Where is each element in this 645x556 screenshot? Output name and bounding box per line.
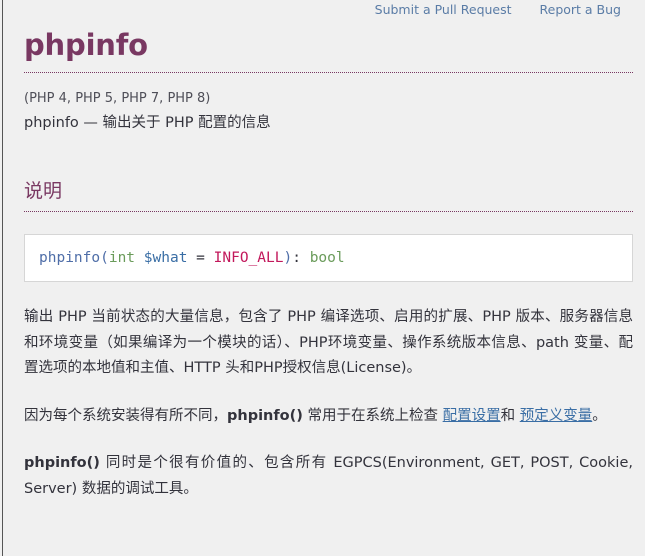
paragraph-2-lead: 因为每个系统安装得有所不同， [24,407,227,424]
description-paragraph-2: 因为每个系统安装得有所不同，phpinfo() 常用于在系统上检查 配置设置和 … [24,404,633,430]
predefined-variables-link[interactable]: 预定义变量 [520,408,593,424]
synopsis-default-value: INFO_ALL [213,250,284,266]
synopsis-method-name: phpinfo [39,250,101,266]
description-paragraph-1: 输出 PHP 当前状态的大量信息，包含了 PHP 编译选项、启用的扩展、PHP … [24,309,633,376]
synopsis-close-paren: ) [283,250,293,266]
section-heading-description: 说明 [24,179,633,212]
submit-pull-request-link[interactable]: Submit a Pull Request [375,2,512,17]
synopsis-return-type: bool [309,250,345,266]
top-action-links: Submit a Pull Request Report a Bug [24,0,633,18]
configuration-settings-link[interactable]: 配置设置 [443,408,501,424]
page-title: phpinfo [24,28,633,73]
synopsis-colon: : [292,250,301,266]
paragraph-2-conjunction: 和 [500,407,520,424]
reference-purpose: phpinfo — 输出关于 PHP 配置的信息 [24,115,271,131]
paragraph-2-mid: 常用于在系统上检查 [302,407,443,424]
method-synopsis-code-block: phpinfo(int $what = INFO_ALL): bool [24,234,633,282]
phpinfo-function-mention: phpinfo() [227,407,303,424]
synopsis-parameter-name: $what [143,250,188,266]
synopsis-open-paren: ( [100,250,109,266]
synopsis-equals: = [196,250,205,266]
paragraph-3-text: 同时是个很有价值的、包含所有 EGPCS(Environment, GET, P… [24,455,633,497]
paragraph-2-tail: 。 [592,407,607,424]
phpinfo-function-mention-2: phpinfo() [24,455,100,471]
version-info: (PHP 4, PHP 5, PHP 7, PHP 8) [24,91,211,106]
page-container: Submit a Pull Request Report a Bug phpin… [0,0,645,502]
description-paragraph-3: phpinfo() 同时是个很有价值的、包含所有 EGPCS(Environme… [24,451,633,502]
report-a-bug-link[interactable]: Report a Bug [540,2,621,17]
synopsis-param-type: int [108,250,136,266]
